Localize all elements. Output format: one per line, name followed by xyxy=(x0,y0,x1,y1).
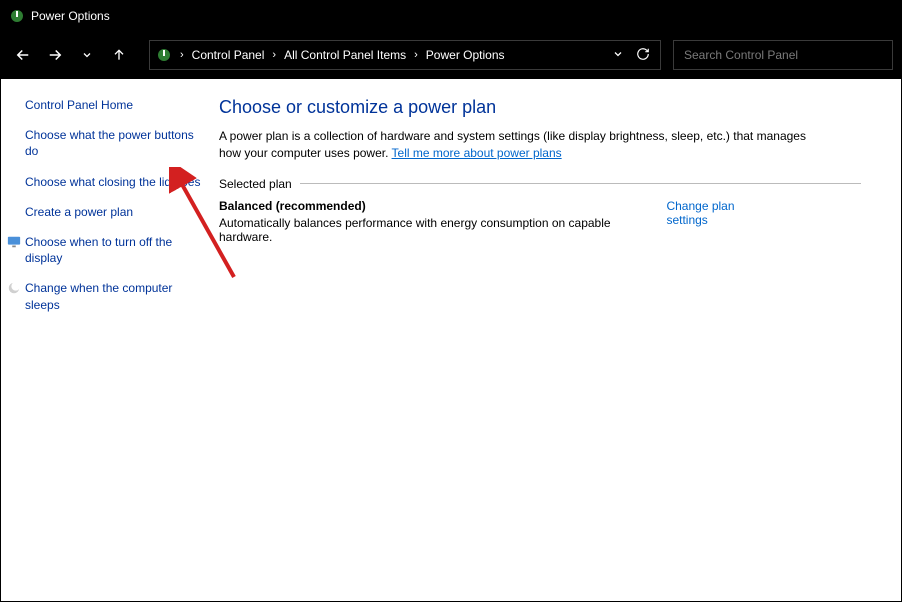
breadcrumb-item-all-items[interactable]: All Control Panel Items xyxy=(280,48,410,62)
sidebar-link-closing-lid[interactable]: Choose what closing the lid does xyxy=(25,174,201,190)
sidebar-link-create-plan[interactable]: Create a power plan xyxy=(25,204,201,220)
back-button[interactable] xyxy=(9,41,37,69)
chevron-right-icon[interactable]: › xyxy=(412,49,420,61)
plan-row: Balanced (recommended) Automatically bal… xyxy=(219,199,779,244)
sidebar-link-label: Choose what closing the lid does xyxy=(25,175,200,189)
up-button[interactable] xyxy=(105,41,133,69)
sidebar-link-label: Choose what the power buttons do xyxy=(25,128,194,158)
sidebar-link-label: Change when the computer sleeps xyxy=(25,281,172,311)
title-bar: Power Options xyxy=(1,1,901,31)
sidebar-link-label: Choose when to turn off the display xyxy=(25,235,172,265)
monitor-icon xyxy=(7,235,21,252)
breadcrumb-icon xyxy=(156,47,172,63)
plan-description: Automatically balances performance with … xyxy=(219,216,666,244)
breadcrumb-dropdown-button[interactable] xyxy=(612,48,624,63)
forward-button[interactable] xyxy=(41,41,69,69)
section-label: Selected plan xyxy=(219,177,292,191)
sidebar-home-link[interactable]: Control Panel Home xyxy=(25,97,201,113)
recent-locations-button[interactable] xyxy=(73,41,101,69)
sidebar-link-power-buttons[interactable]: Choose what the power buttons do xyxy=(25,127,201,159)
change-plan-settings-link[interactable]: Change plan settings xyxy=(666,199,779,227)
breadcrumb-item-control-panel[interactable]: Control Panel xyxy=(188,48,269,62)
search-input[interactable] xyxy=(673,40,893,70)
tell-me-more-link[interactable]: Tell me more about power plans xyxy=(392,146,562,160)
breadcrumb-item-power-options[interactable]: Power Options xyxy=(422,48,509,62)
page-description: A power plan is a collection of hardware… xyxy=(219,128,809,163)
breadcrumb[interactable]: › Control Panel › All Control Panel Item… xyxy=(149,40,661,70)
divider xyxy=(300,183,861,184)
refresh-button[interactable] xyxy=(636,47,650,64)
content-area: Control Panel Home Choose what the power… xyxy=(1,79,901,601)
nav-bar: › Control Panel › All Control Panel Item… xyxy=(1,31,901,79)
plan-name: Balanced (recommended) xyxy=(219,199,666,213)
chevron-right-icon[interactable]: › xyxy=(270,49,278,61)
section-header: Selected plan xyxy=(219,177,861,191)
sidebar-link-turn-off-display[interactable]: Choose when to turn off the display xyxy=(25,234,201,266)
moon-icon xyxy=(7,281,21,298)
main-panel: Choose or customize a power plan A power… xyxy=(211,79,901,601)
sidebar-link-label: Create a power plan xyxy=(25,205,133,219)
sidebar: Control Panel Home Choose what the power… xyxy=(1,79,211,601)
sidebar-link-computer-sleeps[interactable]: Change when the computer sleeps xyxy=(25,280,201,312)
power-options-icon xyxy=(9,8,25,24)
chevron-right-icon[interactable]: › xyxy=(178,49,186,61)
page-heading: Choose or customize a power plan xyxy=(219,97,861,118)
window-title: Power Options xyxy=(31,9,110,23)
